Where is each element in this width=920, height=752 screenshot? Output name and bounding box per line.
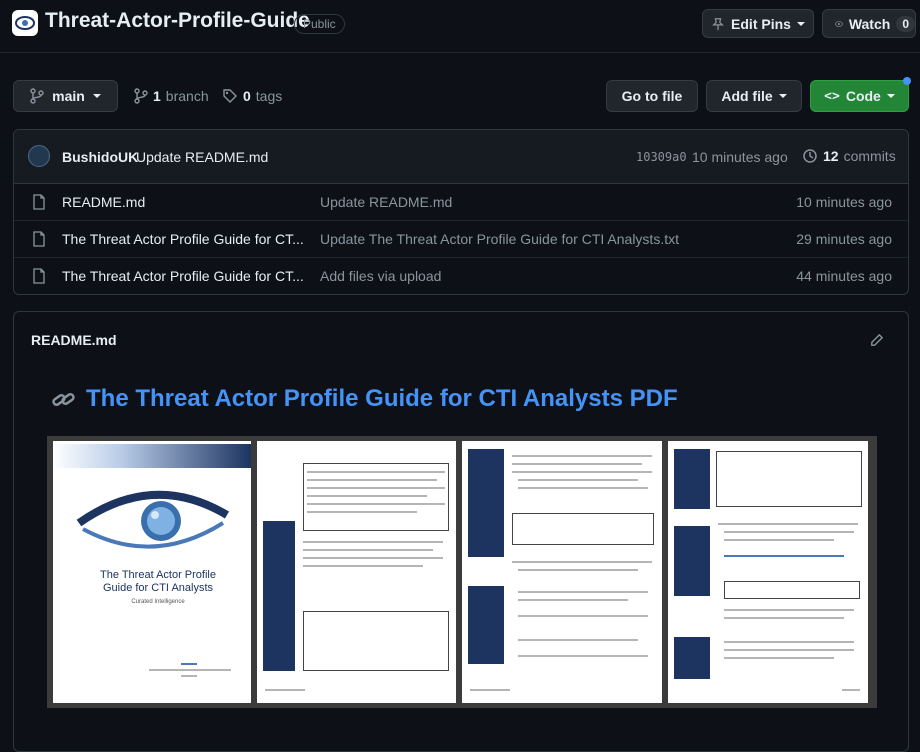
latest-commit-row: BushidoUK Update README.md 10309a0 10 mi… [14,130,908,184]
pdf-page-cover: The Threat Actor Profile Guide for CTI A… [53,441,251,703]
file-icon [33,231,45,247]
add-file-button[interactable]: Add file [706,80,802,112]
git-branch-icon [134,88,148,104]
readme-file-label: README.md [31,332,117,348]
file-row[interactable]: The Threat Actor Profile Guide for CT...… [14,258,908,294]
pdf-page [462,441,662,703]
readme-panel: README.md The Threat Actor Profile Guide… [13,311,909,752]
text-table [303,611,449,671]
branch-label: branch [165,88,209,104]
file-row[interactable]: README.md Update README.md 10 minutes ag… [14,184,908,221]
file-commit-message[interactable]: Update The Threat Actor Profile Guide fo… [320,231,679,247]
cover-subtitle: Curated Intelligence [131,599,185,605]
visibility-badge: Public [294,14,345,34]
tag-icon [223,89,237,103]
file-browser: BushidoUK Update README.md 10309a0 10 mi… [13,129,909,295]
file-commit-message[interactable]: Add files via upload [320,268,441,284]
file-row[interactable]: The Threat Actor Profile Guide for CT...… [14,221,908,258]
repo-eye-icon [12,10,38,36]
watch-label: Watch [848,15,891,32]
commit-count: 12 [823,148,839,164]
pdf-preview-image[interactable]: The Threat Actor Profile Guide for CTI A… [47,436,877,708]
commit-author[interactable]: BushidoUK [62,149,138,165]
tag-label: tags [255,88,283,104]
file-name[interactable]: The Threat Actor Profile Guide for CT... [62,268,307,284]
sidebar-block [468,449,504,557]
cover-text-line [149,669,231,671]
sidebar-block [674,449,710,509]
code-label: Code [845,88,881,104]
pdf-page [668,441,868,703]
sidebar-block [468,586,504,664]
chevron-down-icon [886,94,895,98]
tags-link[interactable]: 0 tags [222,88,282,104]
pin-icon [712,17,724,30]
commit-message[interactable]: Update README.md [136,149,268,165]
branch-select-button[interactable]: main [13,80,118,112]
text-box [303,463,449,531]
text-table [716,451,862,507]
file-commit-time: 29 minutes ago [796,231,892,247]
cover-text-line [181,663,197,665]
header-divider [0,52,920,53]
file-name[interactable]: README.md [62,194,307,210]
notification-dot [903,77,911,85]
cover-text-line [181,675,197,677]
cover-eye-logo [76,490,230,549]
avatar[interactable] [28,145,50,167]
file-commit-time: 10 minutes ago [796,194,892,210]
sidebar-block [263,521,295,671]
cover-banner [53,444,251,468]
text-table [724,581,860,599]
file-icon [33,268,45,284]
chevron-down-icon [796,21,805,26]
code-icon: <> [824,88,840,104]
add-file-label: Add file [721,88,773,104]
eye-icon [835,20,843,27]
commits-link[interactable]: 12 commits [802,148,896,164]
link-icon[interactable] [51,389,77,411]
branch-name: main [52,88,85,104]
file-name[interactable]: The Threat Actor Profile Guide for CT... [62,231,307,247]
file-commit-time: 44 minutes ago [796,268,892,284]
pdf-page [257,441,456,703]
history-icon [803,149,817,163]
file-icon [33,194,45,210]
repo-title[interactable]: Threat-Actor-Profile-Guide [45,9,310,33]
edit-pins-label: Edit Pins [731,15,791,32]
sidebar-block [674,526,710,596]
commit-sha[interactable]: 10309a0 [636,150,687,164]
branch-count: 1 [153,88,161,104]
chevron-down-icon [778,94,787,98]
pencil-icon[interactable] [869,333,884,348]
text-table [512,513,654,545]
edit-pins-button[interactable]: Edit Pins [702,9,814,38]
sidebar-block [674,637,710,679]
readme-heading[interactable]: The Threat Actor Profile Guide for CTI A… [86,385,678,413]
watch-button[interactable]: Watch 0 [822,9,916,38]
code-button[interactable]: <> Code [810,80,909,112]
file-commit-message[interactable]: Update README.md [320,194,452,210]
chevron-down-icon [92,94,101,98]
commit-label: commits [843,148,896,164]
cover-title: The Threat Actor Profile Guide for CTI A… [100,569,216,594]
watch-count: 0 [896,15,915,32]
git-branch-icon [30,88,44,104]
tag-count: 0 [243,88,251,104]
go-to-file-button[interactable]: Go to file [606,80,698,112]
branches-link[interactable]: 1 branch [134,88,209,104]
commit-time: 10 minutes ago [692,149,788,165]
